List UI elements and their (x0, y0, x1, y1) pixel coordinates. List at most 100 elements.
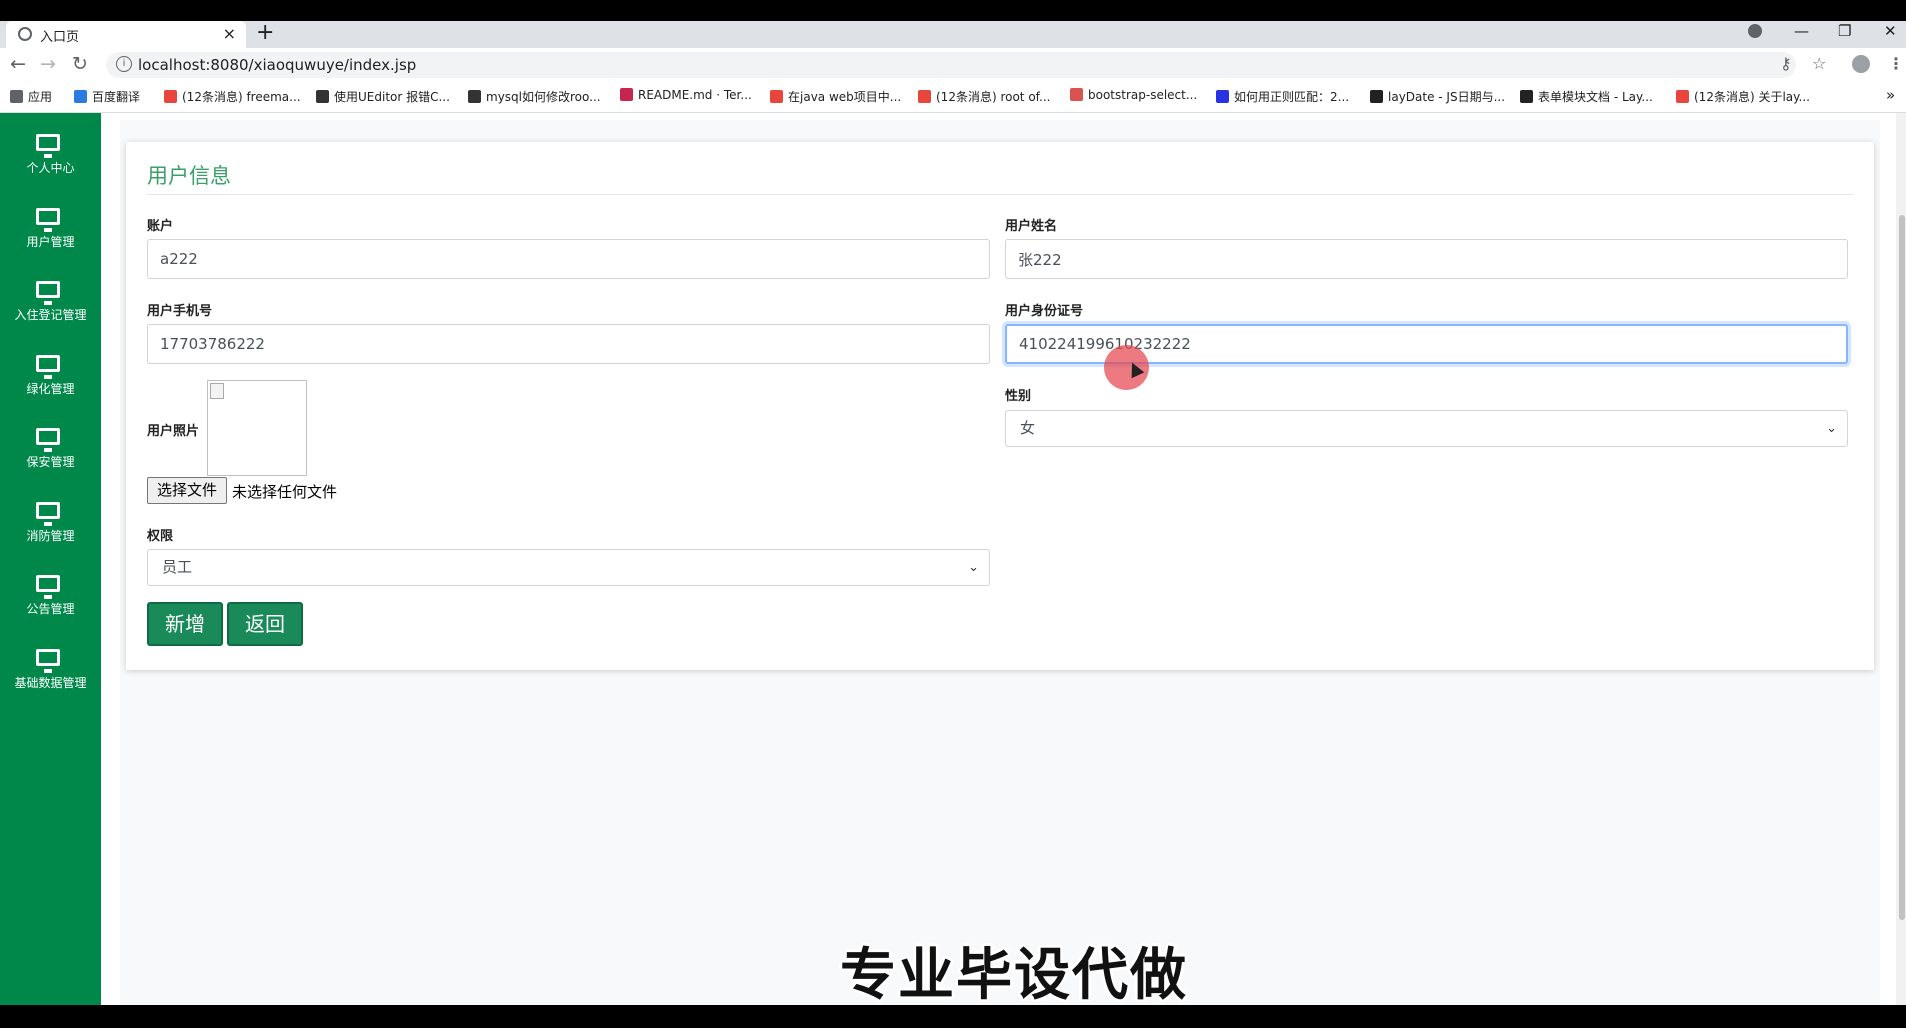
bookmark-label: README.md · Ter... (638, 88, 752, 102)
add-button[interactable]: 新增 (147, 602, 223, 646)
screen-bottom-border (0, 1005, 1906, 1028)
sidebar-item[interactable]: 消防管理 (0, 494, 101, 568)
profile-dropdown-icon[interactable] (1748, 20, 1762, 42)
bookmark-favicon-icon (164, 90, 177, 103)
bookmark-item[interactable]: bootstrap-select... (1070, 88, 1197, 102)
monitor-icon (36, 648, 60, 673)
sidebar-item[interactable]: 个人中心 (0, 126, 101, 200)
sidebar-item-label: 绿化管理 (26, 381, 75, 396)
browser-tab[interactable]: 入口页 × (6, 21, 246, 48)
back-arrow-icon[interactable]: ← (10, 53, 26, 75)
sidebar-item-label: 公告管理 (26, 602, 75, 616)
sidebar-item-label: 基础数据管理 (14, 675, 87, 690)
bookmark-item[interactable]: 表单模块文档 - Lay... (1520, 88, 1653, 105)
reload-icon[interactable]: ↻ (72, 53, 88, 75)
bookmark-label: layDate - JS日期与... (1388, 90, 1506, 104)
menu-kebab-icon[interactable]: ⋮ (1888, 54, 1904, 73)
bookmark-item[interactable]: layDate - JS日期与... (1370, 88, 1505, 105)
bookmark-label: 应用 (28, 90, 53, 104)
bookmark-item[interactable]: 应用 (10, 88, 52, 105)
idcard-label: 用户身份证号 (1005, 304, 1084, 319)
bookmark-label: 如何用正则匹配：2... (1234, 90, 1350, 104)
gender-selected-value: 女 (1020, 419, 1036, 437)
forward-arrow-icon[interactable]: → (40, 53, 56, 75)
globe-icon (18, 27, 32, 41)
bookmarks-more-icon[interactable]: » (1886, 86, 1895, 104)
window-close-icon[interactable]: ✕ (1884, 22, 1897, 40)
bookmark-item[interactable]: 百度翻译 (74, 88, 140, 105)
user-photo-preview (207, 380, 307, 476)
sidebar-item[interactable]: 绿化管理 (0, 347, 101, 421)
bookmark-favicon-icon (1370, 90, 1383, 103)
monitor-icon (36, 501, 60, 526)
bookmark-item[interactable]: (12条消息) root of... (918, 88, 1050, 105)
bookmark-favicon-icon (10, 90, 23, 103)
bookmark-item[interactable]: README.md · Ter... (620, 88, 752, 102)
user-info-card (126, 142, 1874, 670)
broken-image-icon (210, 383, 224, 399)
monitor-icon (36, 354, 60, 379)
new-tab-button[interactable]: + (256, 20, 274, 45)
bookmark-label: 使用UEditor 报错C... (334, 90, 450, 104)
title-divider (147, 194, 1853, 195)
watermark-text: 专业毕设代做 (840, 943, 1188, 1008)
gender-select[interactable]: 女 ⌄ (1005, 410, 1848, 447)
restore-icon[interactable]: ❐ (1838, 22, 1851, 40)
bookmark-favicon-icon (770, 90, 783, 103)
sidebar-item[interactable]: 公告管理 (0, 567, 101, 641)
chevron-down-icon: ⌄ (968, 560, 979, 575)
sidebar-item[interactable]: 用户管理 (0, 200, 101, 274)
bookmark-favicon-icon (1676, 90, 1689, 103)
monitor-icon (36, 281, 60, 305)
bookmark-item[interactable]: 在java web项目中... (770, 88, 901, 105)
bookmark-favicon-icon (1216, 90, 1229, 103)
chevron-down-icon: ⌄ (1826, 421, 1837, 436)
role-select[interactable]: 员工 ⌄ (147, 549, 990, 586)
tab-close-icon[interactable]: × (223, 24, 236, 43)
bookmark-label: 表单模块文档 - Lay... (1538, 90, 1653, 104)
sidebar-item-label: 保安管理 (26, 455, 75, 469)
sidebar-item-label: 用户管理 (26, 234, 75, 249)
screen-top-border (0, 0, 1906, 21)
account-avatar-icon[interactable] (1852, 55, 1870, 73)
name-label: 用户姓名 (1005, 219, 1058, 234)
photo-label: 用户照片 (147, 424, 200, 439)
name-input[interactable] (1005, 239, 1848, 279)
bookmark-favicon-icon (1070, 88, 1083, 101)
minimize-icon[interactable]: — (1794, 22, 1809, 40)
choose-file-button[interactable]: 选择文件 (147, 477, 227, 504)
file-status-text: 未选择任何文件 (232, 483, 338, 501)
sidebar-item[interactable]: 保安管理 (0, 420, 101, 494)
card-title: 用户信息 (147, 164, 231, 188)
bookmark-label: mysql如何修改roo... (486, 90, 601, 104)
phone-input[interactable] (147, 324, 990, 364)
back-button[interactable]: 返回 (227, 602, 303, 646)
role-label: 权限 (147, 529, 174, 544)
bookmark-label: (12条消息) 关于lay... (1694, 90, 1810, 104)
url-text[interactable]: localhost:8080/xiaoquwuye/index.jsp (138, 56, 416, 74)
sidebar-item-label: 消防管理 (26, 528, 75, 543)
sidebar-item[interactable]: 入住登记管理 (0, 273, 101, 347)
key-icon[interactable]: ⚷ (1780, 54, 1792, 73)
bookmark-item[interactable]: 使用UEditor 报错C... (316, 88, 450, 105)
bookmark-item[interactable]: 如何用正则匹配：2... (1216, 88, 1349, 105)
bookmark-label: bootstrap-select... (1088, 88, 1198, 102)
bookmark-favicon-icon (918, 90, 931, 103)
account-input[interactable] (147, 239, 990, 279)
bookmark-item[interactable]: (12条消息) 关于lay... (1676, 88, 1810, 105)
bookmark-favicon-icon (468, 90, 481, 103)
phone-label: 用户手机号 (147, 304, 213, 319)
bookmark-favicon-icon (1520, 90, 1533, 103)
scrollbar-thumb[interactable] (1899, 215, 1905, 920)
bookmark-item[interactable]: mysql如何修改roo... (468, 88, 601, 105)
bookmark-label: 百度翻译 (92, 90, 141, 104)
tab-title: 入口页 (40, 30, 80, 45)
bookmark-item[interactable]: (12条消息) freema... (164, 88, 301, 105)
sidebar-item[interactable]: 基础数据管理 (0, 641, 101, 715)
star-icon[interactable]: ☆ (1812, 54, 1826, 73)
bookmark-favicon-icon (620, 88, 633, 101)
monitor-icon (36, 134, 60, 158)
info-icon[interactable]: i (116, 56, 132, 72)
sidebar-item-label: 入住登记管理 (14, 308, 87, 322)
url-omnibox[interactable]: i localhost:8080/xiaoquwuye/index.jsp (106, 52, 1796, 78)
